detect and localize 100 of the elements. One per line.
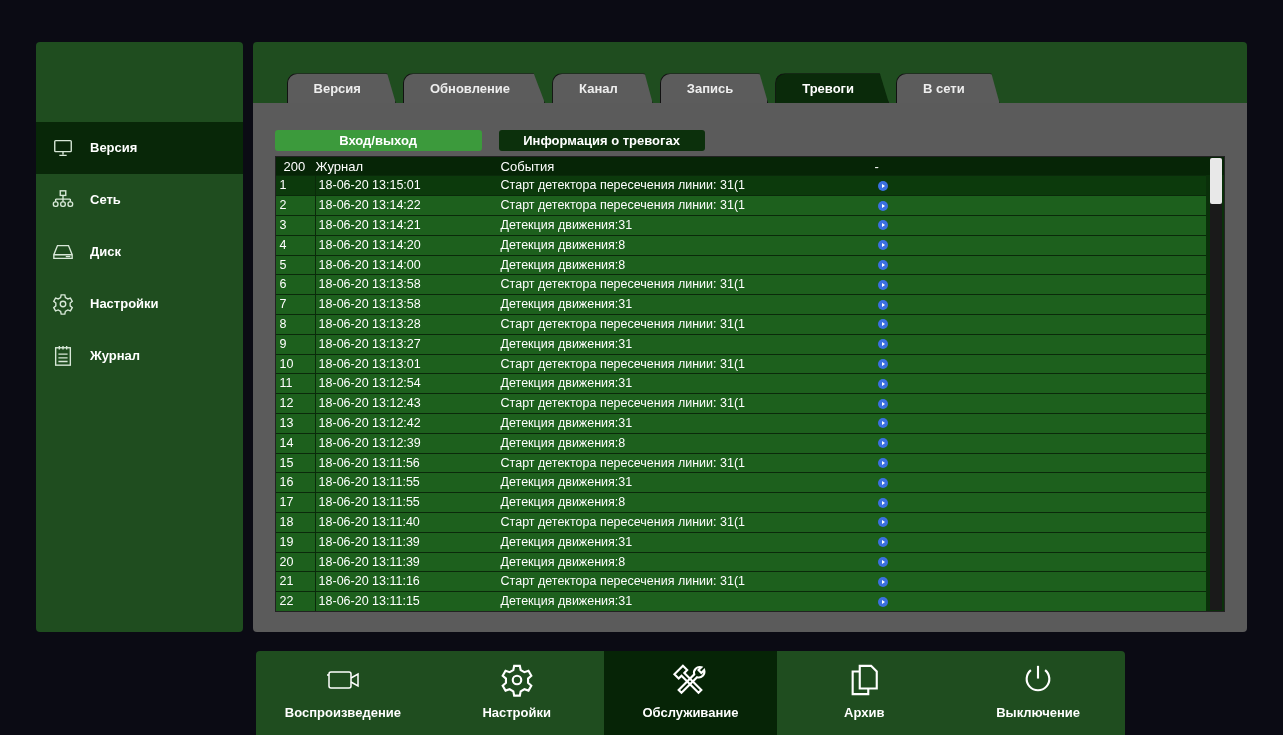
table-row[interactable]: 19 18-06-20 13:11:39 Детекция движения:31 (275, 531, 1206, 552)
table-cell: 22 (275, 592, 316, 611)
table-cell-text: Детекция движения:31 (500, 375, 634, 393)
play-icon[interactable] (877, 200, 888, 211)
table-row[interactable]: 17 18-06-20 13:11:55 Детекция движения:8 (275, 492, 1206, 512)
table-cell: 8 (275, 315, 316, 334)
table-row[interactable]: 12 18-06-20 13:12:43 Старт детектора пересечения линии: 31(1 (275, 393, 1206, 414)
table-cell-text: 18-06-20 13:11:56 (317, 454, 421, 472)
tab[interactable]: В сети (896, 73, 1000, 104)
table-cell: 3 (275, 216, 316, 235)
table-cell: 19 (275, 532, 316, 552)
dock-button[interactable]: Выключение (951, 651, 1125, 735)
table-row[interactable]: 11 18-06-20 13:12:54 Детекция движения:31 (275, 373, 1206, 394)
play-icon[interactable] (877, 220, 888, 231)
play-icon[interactable] (877, 378, 888, 389)
table-cell-text: Детекция движения:31 (500, 217, 634, 235)
tab[interactable]: Запись (659, 73, 769, 104)
table-cell-text: 18-06-20 13:12:43 (317, 395, 422, 413)
table-cell-text: 18-06-20 13:14:00 (317, 256, 422, 274)
play-icon[interactable] (877, 418, 888, 429)
play-icon[interactable] (877, 260, 888, 271)
table-cell-text: 18-06-20 13:13:28 (317, 316, 422, 334)
play-icon[interactable] (877, 359, 888, 370)
play-icon[interactable] (877, 596, 888, 607)
table-cell-text: Детекция движения:31 (500, 593, 634, 611)
play-icon[interactable] (877, 339, 888, 350)
notepad-icon (52, 345, 74, 367)
table-cell-text: 18-06-20 13:11:55 (317, 494, 421, 512)
play-icon[interactable] (877, 279, 888, 290)
subtab-button[interactable]: Вход/выход (274, 130, 482, 152)
column-header: Журнал (315, 157, 364, 176)
table-cell-text: Детекция движения:8 (500, 553, 627, 571)
table-row[interactable]: 3 18-06-20 13:14:21 Детекция движения:31 (275, 215, 1206, 235)
play-icon[interactable] (877, 576, 888, 587)
table-row[interactable]: 8 18-06-20 13:13:28 Старт детектора пересечения линии: 31(1 (275, 314, 1206, 334)
tab[interactable]: Тревоги (775, 73, 889, 104)
tab[interactable]: Канал (552, 73, 653, 104)
table-row[interactable]: 21 18-06-20 13:11:16 Старт детектора пересечения линии: 31(1 (275, 571, 1206, 592)
table-cell-text: 18-06-20 13:13:58 (317, 296, 422, 314)
dock-label: Выключение (996, 704, 1080, 723)
play-icon[interactable] (877, 557, 888, 567)
table-cell: 18 (275, 513, 316, 532)
dock-label: Настройки (482, 704, 551, 723)
dock-button[interactable]: Обслуживание (603, 651, 778, 735)
sidebar-item[interactable]: Журнал (36, 330, 243, 382)
play-icon[interactable] (877, 477, 888, 488)
table-cell-text: 18-06-20 13:11:15 (317, 593, 421, 611)
table-row[interactable]: 22 18-06-20 13:11:15 Детекция движения:31 (275, 591, 1206, 611)
play-icon[interactable] (877, 517, 888, 528)
table-cell-text: Старт детектора пересечения линии: 31(1 (500, 276, 746, 294)
tab[interactable]: Обновление (402, 73, 546, 104)
table-cell-text: Детекция движения:31 (500, 415, 634, 433)
tab[interactable]: Версия (286, 73, 396, 104)
sidebar-item[interactable]: Диск (36, 226, 243, 278)
table-cell-text: Старт детектора пересечения линии: 31(1 (500, 573, 746, 591)
table-cell-text: Детекция движения:31 (500, 474, 634, 492)
table-row[interactable]: 18 18-06-20 13:11:40 Старт детектора пересечения линии: 31(1 (275, 512, 1206, 532)
column-header: 200 (282, 157, 307, 176)
sidebar-label: Диск (90, 243, 121, 262)
play-icon[interactable] (877, 497, 888, 508)
table-row[interactable]: 14 18-06-20 13:12:39 Детекция движения:8 (275, 432, 1206, 453)
dock-button[interactable]: Настройки (429, 651, 604, 735)
table-cell-text: 18-06-20 13:14:20 (317, 236, 422, 254)
table-cell-text: Старт детектора пересечения линии: 31(1 (500, 395, 746, 413)
table-row[interactable]: 9 18-06-20 13:13:27 Детекция движения:31 (275, 333, 1206, 354)
table-row[interactable]: 10 18-06-20 13:13:01 Старт детектора пересечения линии: 31(1 (275, 353, 1206, 374)
play-icon[interactable] (877, 438, 888, 449)
table-row[interactable]: 2 18-06-20 13:14:22 Старт детектора пересечения линии: 31(1 (275, 195, 1206, 216)
table-row[interactable]: 13 18-06-20 13:12:42 Детекция движения:31 (275, 413, 1206, 433)
table-row[interactable]: 16 18-06-20 13:11:55 Детекция движения:31 (275, 472, 1206, 493)
table-cell-text: Детекция движения:8 (500, 494, 627, 512)
play-icon[interactable] (877, 458, 888, 468)
dock-button[interactable]: Воспроизведение (256, 651, 430, 735)
table-cell-text: 18-06-20 13:13:58 (317, 276, 422, 294)
sidebar-item[interactable]: Сеть (36, 174, 243, 226)
play-icon[interactable] (877, 299, 888, 310)
play-icon[interactable] (877, 240, 888, 251)
table-cell-text: Детекция движения:8 (500, 236, 627, 254)
table-row[interactable]: 4 18-06-20 13:14:20 Детекция движения:8 (275, 234, 1206, 255)
table-cell: 13 (275, 414, 316, 433)
play-icon[interactable] (877, 180, 888, 191)
play-icon[interactable] (877, 398, 888, 409)
table-cell-text: Детекция движения:8 (500, 434, 627, 452)
sidebar-item[interactable]: Настройки (36, 278, 243, 330)
scrollbar-thumb[interactable] (1210, 158, 1222, 205)
sidebar-item[interactable]: Версия (36, 122, 243, 174)
table-row[interactable]: 7 18-06-20 13:13:58 Детекция движения:31 (275, 294, 1206, 315)
table-row[interactable]: 1 18-06-20 13:15:01 Старт детектора пересечения линии: 31(1 (275, 175, 1206, 196)
play-icon[interactable] (877, 537, 888, 548)
table-row[interactable]: 6 18-06-20 13:13:58 Старт детектора пересечения линии: 31(1 (275, 274, 1206, 295)
table-row[interactable]: 5 18-06-20 13:14:00 Детекция движения:8 (275, 254, 1206, 275)
dock-label: Воспроизведение (284, 704, 401, 723)
table-row[interactable]: 20 18-06-20 13:11:39 Детекция движения:8 (275, 551, 1206, 572)
table-cell-text: 18-06-20 13:13:01 (317, 355, 422, 373)
table-cell-text: 18-06-20 13:12:42 (317, 415, 422, 433)
table-row[interactable]: 15 18-06-20 13:11:56 Старт детектора пересечения линии: 31(1 (275, 452, 1206, 473)
subtab-button[interactable]: Информация о тревогах (498, 130, 705, 152)
play-icon[interactable] (877, 319, 888, 330)
scrollbar-track[interactable] (1210, 158, 1222, 610)
dock-button[interactable]: Архив (777, 651, 952, 735)
